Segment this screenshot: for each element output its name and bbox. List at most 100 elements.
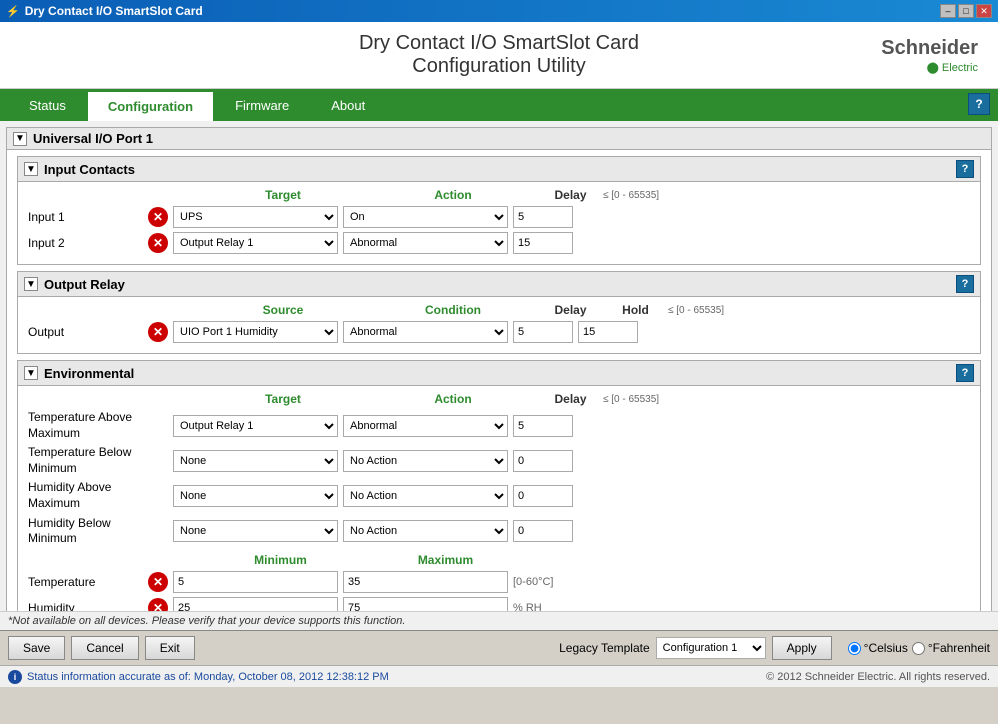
status-bar: i Status information accurate as of: Mon… [0, 665, 998, 687]
app-title-line1: Dry Contact I/O SmartSlot Card [359, 32, 639, 54]
logo-electric: ⬤ Electric [927, 62, 978, 74]
environmental-help[interactable]: ? [956, 364, 974, 382]
temp-below-target[interactable]: None Output Relay 1 UPS [173, 450, 338, 472]
environmental-content: Target Action Delay ≤ [0 - 65535] Temper… [18, 386, 980, 611]
maximize-button[interactable]: □ [958, 4, 974, 18]
close-button[interactable]: ✕ [976, 4, 992, 18]
output-relay-toggle[interactable]: ▼ [24, 277, 38, 291]
env-delay-header: Delay [538, 392, 603, 406]
temp-below-delay[interactable] [513, 450, 573, 472]
apply-button[interactable]: Apply [772, 636, 832, 660]
or-range-header: ≤ [0 - 65535] [668, 305, 724, 316]
output-delay[interactable] [513, 321, 573, 343]
limits-max-header: Maximum [363, 553, 528, 567]
output-hold[interactable] [578, 321, 638, 343]
legacy-template-group: Legacy Template Configuration 1 Configur… [559, 636, 832, 660]
temp-min[interactable] [173, 571, 338, 593]
humidity-below-row: Humidity BelowMinimum None Output Relay … [28, 516, 970, 547]
humidity-above-action[interactable]: No Action Abnormal [343, 485, 508, 507]
input-contacts-toggle[interactable]: ▼ [24, 162, 38, 176]
output-relay-help[interactable]: ? [956, 275, 974, 293]
input-1-label: Input 1 [28, 210, 148, 224]
input-1-row: Input 1 ✕ UPS Output Relay 1 None On [28, 206, 970, 228]
env-target-header: Target [198, 392, 368, 406]
tab-about[interactable]: About [310, 89, 386, 121]
ic-action-header: Action [368, 188, 538, 202]
env-action-header: Action [368, 392, 538, 406]
humidity-above-target[interactable]: None Output Relay 1 [173, 485, 338, 507]
logo-name: Schneider [881, 37, 978, 59]
nav-bar: Status Configuration Firmware About ? [0, 89, 998, 121]
footer-note: *Not available on all devices. Please ve… [0, 611, 998, 630]
copyright-text: © 2012 Schneider Electric. All rights re… [766, 671, 990, 683]
universal-io-header: ▼ Universal I/O Port 1 [7, 128, 991, 150]
or-delay-header: Delay [538, 303, 603, 317]
cancel-button[interactable]: Cancel [71, 636, 138, 660]
humidity-limits-label: Humidity [28, 601, 148, 611]
output-source[interactable]: UIO Port 1 Humidity UIO Port 1 Temperatu… [173, 321, 338, 343]
minimize-button[interactable]: – [940, 4, 956, 18]
temp-above-delay[interactable] [513, 415, 573, 437]
universal-io-section: ▼ Universal I/O Port 1 ▼ Input Contacts … [6, 127, 992, 611]
input-1-target[interactable]: UPS Output Relay 1 None [173, 206, 338, 228]
temp-max[interactable] [343, 571, 508, 593]
input-1-delay[interactable] [513, 206, 573, 228]
universal-io-content: ▼ Input Contacts ? Target Action Delay ≤… [7, 150, 991, 611]
input-2-row: Input 2 ✕ UPS Output Relay 1 None On [28, 232, 970, 254]
input-contacts-help[interactable]: ? [956, 160, 974, 178]
input-contacts-header: ▼ Input Contacts ? [18, 157, 980, 182]
ic-delay-header: Delay [538, 188, 603, 202]
tab-firmware[interactable]: Firmware [214, 89, 310, 121]
app-title-line2: Configuration Utility [412, 55, 585, 77]
fahrenheit-radio[interactable] [912, 642, 925, 655]
input-2-target[interactable]: UPS Output Relay 1 None [173, 232, 338, 254]
humidity-above-delay[interactable] [513, 485, 573, 507]
tab-status[interactable]: Status [8, 89, 87, 121]
save-button[interactable]: Save [8, 636, 65, 660]
input-contacts-section: ▼ Input Contacts ? Target Action Delay ≤… [17, 156, 981, 265]
temp-limits-label: Temperature [28, 575, 148, 589]
humidity-above-label: Humidity AboveMaximum [28, 480, 173, 511]
or-hold-header: Hold [603, 303, 668, 317]
temp-limits-row: Temperature ✕ [0-60°C] [28, 571, 970, 593]
temp-unit-group: °Celsius °Fahrenheit [848, 641, 990, 655]
temp-below-action[interactable]: Abnormal No Action On [343, 450, 508, 472]
celsius-label[interactable]: °Celsius [864, 641, 908, 655]
output-label: Output [28, 325, 148, 339]
temp-above-action[interactable]: Abnormal No Action On Off [343, 415, 508, 437]
humidity-below-target[interactable]: None Output Relay 1 [173, 520, 338, 542]
ic-range-header: ≤ [0 - 65535] [603, 190, 659, 201]
output-error: ✕ [148, 322, 168, 342]
output-condition[interactable]: Abnormal Normal High Low [343, 321, 508, 343]
input-2-delay[interactable] [513, 232, 573, 254]
title-bar-buttons: – □ ✕ [940, 4, 992, 18]
temp-above-target[interactable]: Output Relay 1 None UPS [173, 415, 338, 437]
footer-note-text: *Not available on all devices. Please ve… [8, 615, 405, 627]
universal-io-title: Universal I/O Port 1 [33, 131, 153, 146]
humidity-below-delay[interactable] [513, 520, 573, 542]
title-bar-left: ⚡ Dry Contact I/O SmartSlot Card [6, 4, 203, 18]
schneider-logo: Schneider ⬤ Electric [739, 37, 979, 74]
fahrenheit-label[interactable]: °Fahrenheit [928, 641, 990, 655]
input-1-action[interactable]: On Off Abnormal No Action [343, 206, 508, 228]
help-button[interactable]: ? [968, 93, 990, 115]
environmental-toggle[interactable]: ▼ [24, 366, 38, 380]
temp-above-row: Temperature AboveMaximum Output Relay 1 … [28, 410, 970, 441]
input-2-action[interactable]: On Abnormal No Action [343, 232, 508, 254]
celsius-radio[interactable] [848, 642, 861, 655]
legacy-template-select[interactable]: Configuration 1 Configuration 2 [656, 637, 766, 659]
output-row: Output ✕ UIO Port 1 Humidity UIO Port 1 … [28, 321, 970, 343]
title-bar: ⚡ Dry Contact I/O SmartSlot Card – □ ✕ [0, 0, 998, 22]
output-relay-section: ▼ Output Relay ? Source Condition Delay … [17, 271, 981, 354]
humidity-max[interactable] [343, 597, 508, 611]
environmental-title: Environmental [44, 366, 134, 381]
environmental-header: ▼ Environmental ? [18, 361, 980, 386]
temp-limits-error: ✕ [148, 572, 168, 592]
universal-io-toggle[interactable]: ▼ [13, 132, 27, 146]
humidity-below-action[interactable]: No Action Abnormal [343, 520, 508, 542]
environmental-section: ▼ Environmental ? Target Action Delay ≤ … [17, 360, 981, 611]
exit-button[interactable]: Exit [145, 636, 195, 660]
tab-configuration[interactable]: Configuration [87, 91, 214, 121]
humidity-min[interactable] [173, 597, 338, 611]
ic-target-header: Target [198, 188, 368, 202]
